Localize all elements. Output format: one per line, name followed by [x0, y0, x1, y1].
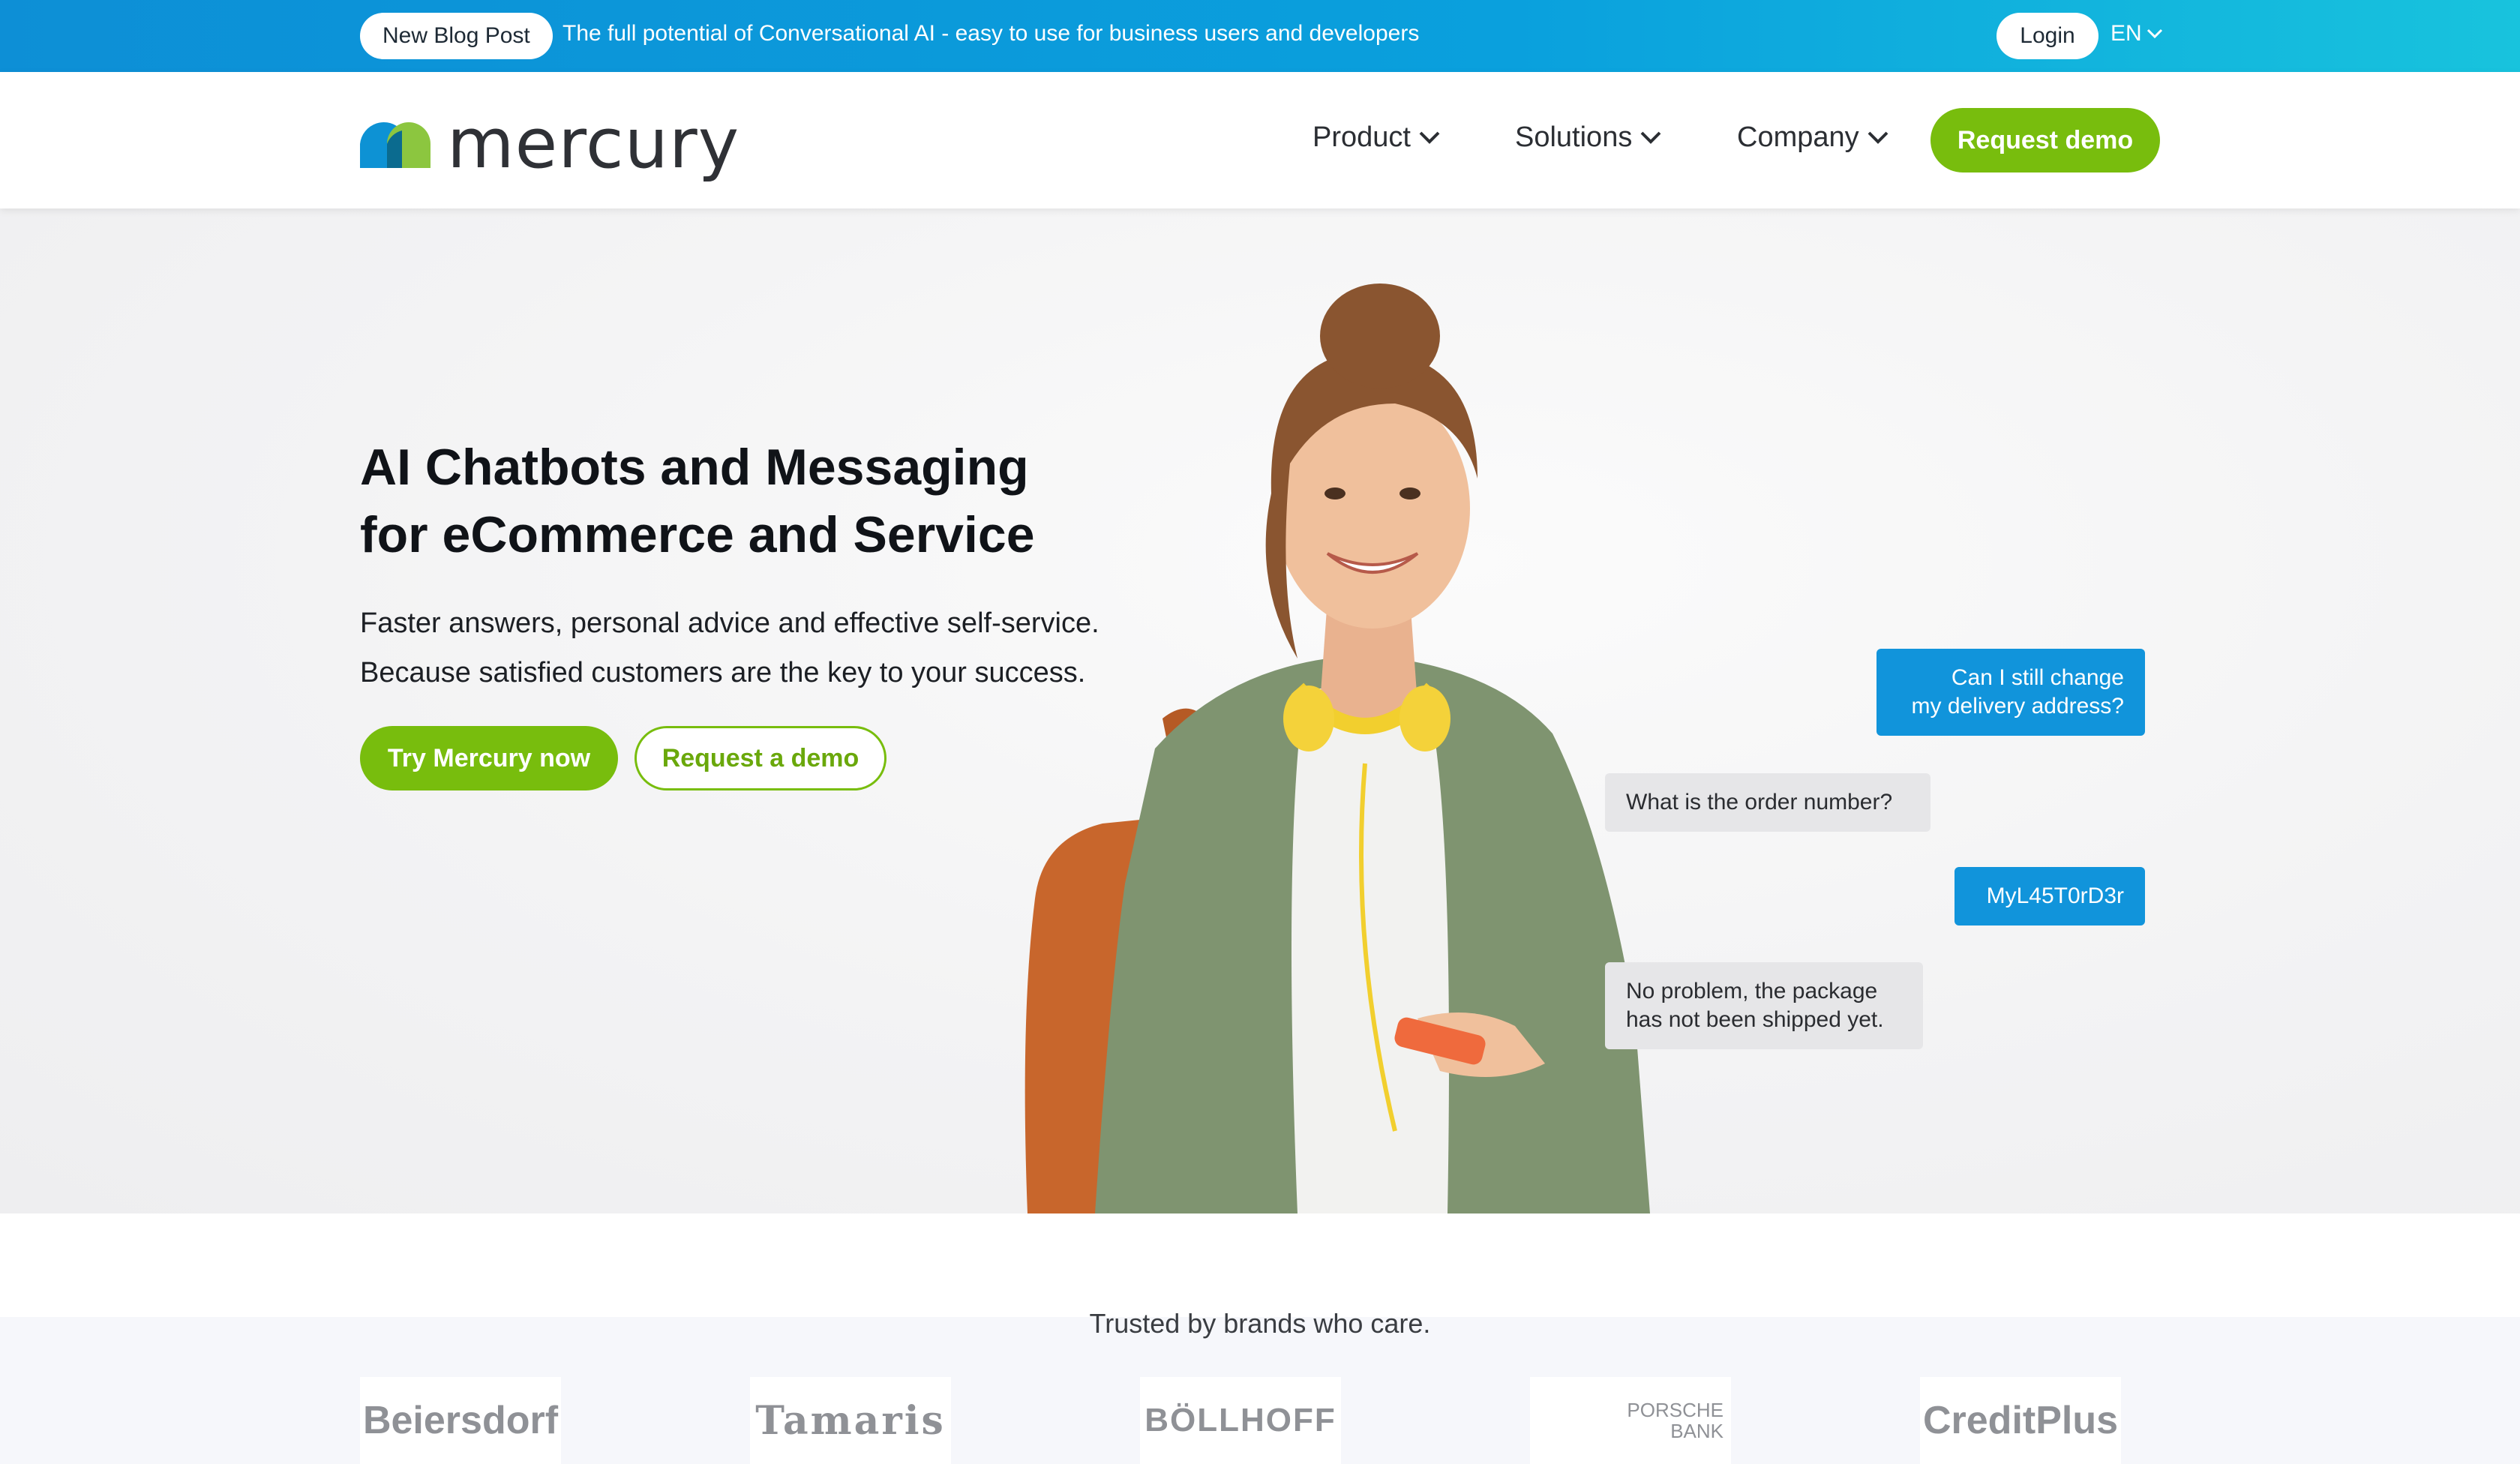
chat-text: has not been shipped yet. [1626, 1007, 1884, 1032]
brand-wordmark: mercury [447, 104, 740, 184]
chat-message-bot: No problem, the package has not been shi… [1605, 962, 1923, 1049]
request-a-demo-button[interactable]: Request a demo [634, 726, 886, 790]
chevron-down-icon [1640, 131, 1661, 144]
brand-logo-tamaris: Tamaris [750, 1377, 951, 1464]
hero-title: AI Chatbots and Messaging for eCommerce … [360, 434, 1035, 568]
new-blog-post-badge[interactable]: New Blog Post [360, 13, 553, 59]
mercury-logo[interactable]: mercury [360, 110, 740, 178]
logo-mark-icon [360, 122, 430, 168]
main-navigation: mercury Product Solutions Company Reques… [0, 72, 2520, 208]
hero-person-image [1024, 284, 1650, 1214]
brand-text: BANK [1670, 1420, 1724, 1442]
chevron-down-icon [1868, 131, 1888, 144]
announcement-link[interactable]: The full potential of Conversational AI … [562, 21, 1419, 46]
chat-text: No problem, the package [1626, 979, 1878, 1004]
hero-section: AI Chatbots and Messaging for eCommerce … [0, 208, 2520, 1214]
chat-message-customer: MyL45T0rD3r [1954, 867, 2145, 926]
nav-product[interactable]: Product [1312, 122, 1441, 154]
chat-message-customer: Can I still change my delivery address? [1876, 649, 2145, 736]
language-selector[interactable]: EN [2110, 21, 2163, 46]
nav-company[interactable]: Company [1737, 122, 1889, 154]
chevron-down-icon [1419, 131, 1440, 144]
nav-product-label: Product [1312, 122, 1411, 153]
announcement-bar: New Blog Post The full potential of Conv… [0, 0, 2520, 72]
nav-solutions-label: Solutions [1515, 122, 1633, 153]
chat-text: Can I still change [1951, 665, 2124, 690]
chat-text: MyL45T0rD3r [1986, 884, 2124, 908]
hero-title-line-2: for eCommerce and Service [360, 506, 1035, 563]
chat-message-bot: What is the order number? [1605, 773, 1930, 832]
trusted-heading: Trusted by brands who care. [1089, 1308, 1431, 1339]
language-label: EN [2110, 21, 2142, 46]
brand-logo-porsche-bank: PORSCHE BANK [1530, 1377, 1731, 1464]
chevron-down-icon [2146, 28, 2162, 39]
brand-logo-creditplus: CreditPlus [1920, 1377, 2121, 1464]
hero-title-line-1: AI Chatbots and Messaging [360, 439, 1029, 496]
try-mercury-button[interactable]: Try Mercury now [360, 726, 618, 790]
nav-company-label: Company [1737, 122, 1859, 153]
brand-text: PORSCHE [1627, 1399, 1724, 1421]
brand-logo-bollhoff: BÖLLHOFF [1140, 1377, 1341, 1464]
chat-text: my delivery address? [1911, 694, 2124, 718]
nav-solutions[interactable]: Solutions [1515, 122, 1662, 154]
request-demo-button[interactable]: Request demo [1930, 108, 2160, 172]
brand-logo-beiersdorf: Beiersdorf [360, 1377, 561, 1464]
login-button[interactable]: Login [1996, 13, 2098, 59]
chat-text: What is the order number? [1626, 790, 1893, 814]
